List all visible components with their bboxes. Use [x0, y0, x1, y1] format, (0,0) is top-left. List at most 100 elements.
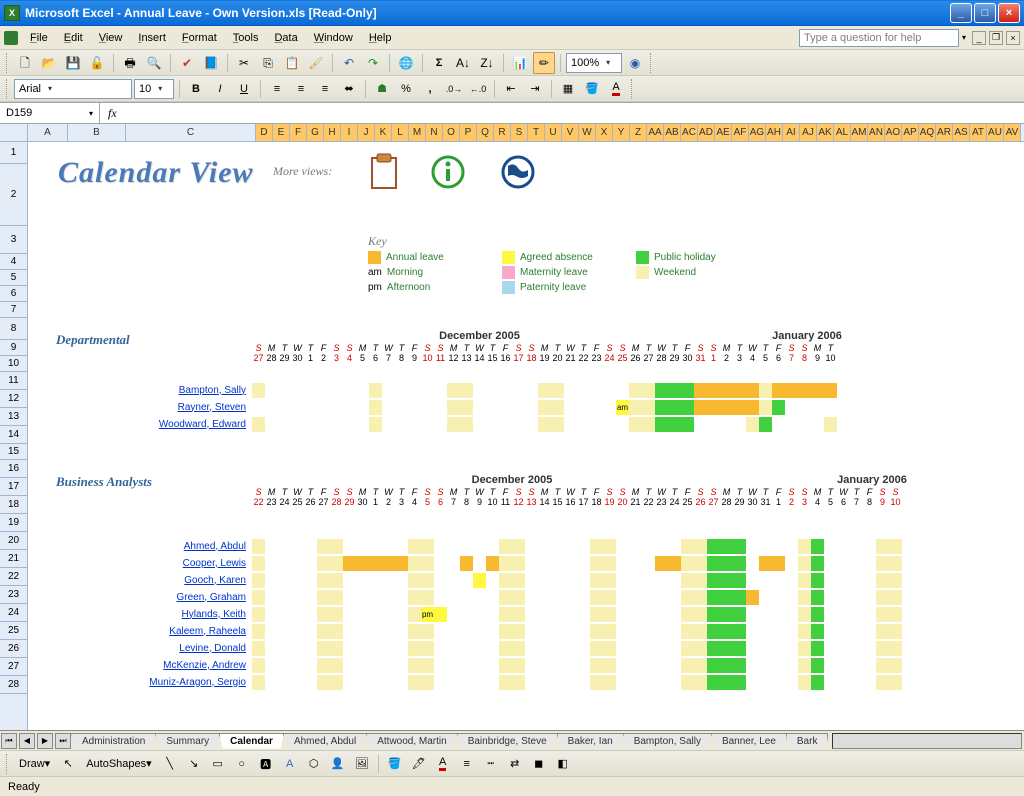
col-header-AH[interactable]: AH	[766, 124, 783, 141]
fx-button[interactable]: fx	[100, 106, 125, 121]
row-header-21[interactable]: 21	[0, 550, 27, 568]
row-header-20[interactable]: 20	[0, 532, 27, 550]
autosum-button[interactable]: Σ	[428, 52, 450, 74]
doc-close-button[interactable]: ×	[1006, 31, 1020, 45]
row-header-23[interactable]: 23	[0, 586, 27, 604]
col-header-AC[interactable]: AC	[681, 124, 698, 141]
col-header-F[interactable]: F	[290, 124, 307, 141]
workbook-icon[interactable]	[4, 31, 18, 45]
menu-insert[interactable]: Insert	[130, 30, 174, 46]
row-header-5[interactable]: 5	[0, 270, 27, 286]
col-header-AS[interactable]: AS	[953, 124, 970, 141]
menu-format[interactable]: Format	[174, 30, 225, 46]
align-left-button[interactable]: ≡	[266, 78, 288, 100]
picture-button[interactable]: 🖼	[351, 753, 373, 775]
col-header-W[interactable]: W	[579, 124, 596, 141]
col-header-AQ[interactable]: AQ	[919, 124, 936, 141]
employee-link[interactable]: Gooch, Karen	[184, 575, 246, 586]
rectangle-button[interactable]: ▭	[207, 753, 229, 775]
dash-style-button[interactable]: ┉	[480, 753, 502, 775]
help-search-input[interactable]: Type a question for help	[799, 29, 959, 47]
help-button[interactable]: ◉	[624, 52, 646, 74]
paste-button[interactable]: 📋	[281, 52, 303, 74]
comma-button[interactable]: ,	[419, 78, 441, 100]
underline-button[interactable]: U	[233, 78, 255, 100]
row-header-26[interactable]: 26	[0, 640, 27, 658]
col-header-Y[interactable]: Y	[613, 124, 630, 141]
3d-button[interactable]: ◧	[552, 753, 574, 775]
redo-button[interactable]: ↷	[362, 52, 384, 74]
doc-minimize-button[interactable]: _	[972, 31, 986, 45]
menu-help[interactable]: Help	[361, 30, 400, 46]
employee-link[interactable]: Green, Graham	[177, 592, 246, 603]
tab-nav-last[interactable]: ⏭	[55, 733, 71, 749]
align-right-button[interactable]: ≡	[314, 78, 336, 100]
row-header-22[interactable]: 22	[0, 568, 27, 586]
wordart-button[interactable]: A	[279, 753, 301, 775]
undo-button[interactable]: ↶	[338, 52, 360, 74]
select-all-corner[interactable]	[0, 124, 28, 141]
col-header-AP[interactable]: AP	[902, 124, 919, 141]
employee-link[interactable]: Rayner, Steven	[178, 402, 246, 413]
row-header-28[interactable]: 28	[0, 676, 27, 694]
employee-link[interactable]: Bampton, Sally	[179, 385, 246, 396]
spreadsheet-grid[interactable]: ABCDEFGHIJKLMNOPQRSTUVWXYZAAABACADAEAFAG…	[0, 124, 1024, 730]
line-button[interactable]: ╲	[159, 753, 181, 775]
row-header-27[interactable]: 27	[0, 658, 27, 676]
col-header-O[interactable]: O	[443, 124, 460, 141]
col-header-S[interactable]: S	[511, 124, 528, 141]
autoshapes-menu[interactable]: AutoShapes ▾	[81, 753, 156, 775]
decrease-decimal-button[interactable]: ←.0	[467, 78, 489, 100]
row-header-13[interactable]: 13	[0, 408, 27, 426]
col-header-AL[interactable]: AL	[834, 124, 851, 141]
col-header-V[interactable]: V	[562, 124, 579, 141]
open-button[interactable]: 📂	[38, 52, 60, 74]
col-header-H[interactable]: H	[324, 124, 341, 141]
row-header-14[interactable]: 14	[0, 426, 27, 444]
sheet-tab-calendar[interactable]: Calendar	[219, 733, 284, 749]
col-header-AI[interactable]: AI	[783, 124, 800, 141]
align-center-button[interactable]: ≡	[290, 78, 312, 100]
row-header-24[interactable]: 24	[0, 604, 27, 622]
col-header-J[interactable]: J	[358, 124, 375, 141]
sheet-tab-ahmed-abdul[interactable]: Ahmed, Abdul	[283, 733, 367, 749]
row-header-12[interactable]: 12	[0, 390, 27, 408]
col-header-G[interactable]: G	[307, 124, 324, 141]
menu-data[interactable]: Data	[266, 30, 305, 46]
sort-desc-button[interactable]: Z↓	[476, 52, 498, 74]
save-button[interactable]: 💾	[62, 52, 84, 74]
col-header-AG[interactable]: AG	[749, 124, 766, 141]
col-header-R[interactable]: R	[494, 124, 511, 141]
col-header-AT[interactable]: AT	[970, 124, 987, 141]
name-box[interactable]: D159▾	[0, 103, 100, 123]
col-header-X[interactable]: X	[596, 124, 613, 141]
employee-link[interactable]: Cooper, Lewis	[183, 558, 246, 569]
employee-link[interactable]: Muniz-Aragon, Sergio	[149, 677, 246, 688]
employee-link[interactable]: Hylands, Keith	[182, 609, 246, 620]
col-header-AN[interactable]: AN	[868, 124, 885, 141]
textbox-button[interactable]: 🅰	[255, 753, 277, 775]
tab-nav-next[interactable]: ▶	[37, 733, 53, 749]
clipart-button[interactable]: 👤	[327, 753, 349, 775]
col-header-L[interactable]: L	[392, 124, 409, 141]
menu-view[interactable]: View	[91, 30, 131, 46]
col-header-AD[interactable]: AD	[698, 124, 715, 141]
row-header-2[interactable]: 2	[0, 164, 27, 226]
close-button[interactable]: ×	[998, 3, 1020, 23]
employee-link[interactable]: McKenzie, Andrew	[163, 660, 246, 671]
sheet-tab-bark[interactable]: Bark	[786, 733, 829, 749]
shadow-button[interactable]: ◼	[528, 753, 550, 775]
decrease-indent-button[interactable]: ⇤	[500, 78, 522, 100]
row-header-25[interactable]: 25	[0, 622, 27, 640]
employee-link[interactable]: Levine, Donald	[179, 643, 246, 654]
print-button[interactable]: 🖶	[119, 52, 141, 74]
col-header-A[interactable]: A	[28, 124, 68, 141]
permission-button[interactable]: 🔓	[86, 52, 108, 74]
row-header-6[interactable]: 6	[0, 286, 27, 302]
col-header-B[interactable]: B	[68, 124, 126, 141]
info-view-icon[interactable]	[428, 152, 468, 192]
research-button[interactable]: 📘	[200, 52, 222, 74]
col-header-C[interactable]: C	[126, 124, 256, 141]
print-preview-button[interactable]: 🔍	[143, 52, 165, 74]
row-header-8[interactable]: 8	[0, 318, 27, 340]
